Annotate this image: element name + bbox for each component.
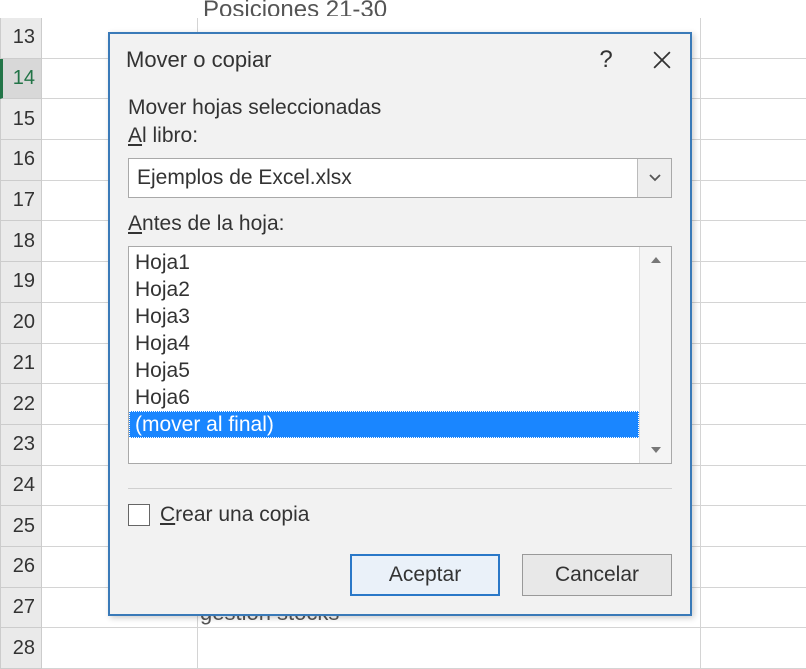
scroll-up-icon	[649, 255, 663, 265]
cancel-button-label: Cancelar	[555, 563, 639, 587]
row-header[interactable]: 21	[0, 344, 42, 385]
row-header[interactable]: 20	[0, 303, 42, 344]
cancel-button[interactable]: Cancelar	[522, 554, 672, 596]
listbox-scrollbar[interactable]	[639, 247, 671, 463]
row-header[interactable]: 26	[0, 547, 42, 588]
create-copy-checkbox[interactable]	[128, 504, 150, 526]
row-header[interactable]: 18	[0, 221, 42, 262]
dialog-title: Mover o copiar	[126, 47, 272, 73]
list-item[interactable]: Hoja1	[129, 249, 639, 276]
list-item[interactable]: Hoja6	[129, 384, 639, 411]
row-header[interactable]: 16	[0, 140, 42, 181]
cell-posiciones[interactable]: Posiciones 21-30	[197, 0, 697, 16]
row-header[interactable]: 27	[0, 588, 42, 629]
close-button[interactable]	[634, 34, 690, 86]
ok-button-label: Aceptar	[389, 563, 461, 587]
chevron-down-icon	[648, 173, 662, 183]
create-copy-row[interactable]: Crear una copia	[128, 503, 672, 527]
row-header[interactable]: 23	[0, 425, 42, 466]
row-header[interactable]: 22	[0, 384, 42, 425]
help-button[interactable]: ?	[578, 34, 634, 86]
row-header[interactable]: 15	[0, 99, 42, 140]
to-book-combobox[interactable]: Ejemplos de Excel.xlsx	[128, 158, 672, 198]
ok-button[interactable]: Aceptar	[350, 554, 500, 596]
to-book-label: Al libro:	[128, 124, 672, 148]
list-item[interactable]: Hoja3	[129, 303, 639, 330]
scroll-down-icon	[649, 445, 663, 455]
close-icon	[653, 51, 671, 69]
subtitle-label: Mover hojas seleccionadas	[128, 96, 672, 120]
create-copy-label: Crear una copia	[160, 503, 309, 527]
list-item[interactable]: Hoja2	[129, 276, 639, 303]
grid-row[interactable]	[42, 628, 806, 669]
row-header[interactable]: 13	[0, 18, 42, 59]
row-header[interactable]: 14	[0, 59, 42, 100]
dialog-buttons: Aceptar Cancelar	[350, 554, 672, 596]
list-item[interactable]: Hoja4	[129, 330, 639, 357]
row-header[interactable]: 19	[0, 262, 42, 303]
before-sheet-listbox[interactable]: Hoja1Hoja2Hoja3Hoja4Hoja5Hoja6(mover al …	[128, 246, 672, 464]
row-headers: 13141516171819202122232425262728	[0, 18, 42, 669]
row-header[interactable]: 28	[0, 628, 42, 669]
list-item[interactable]: (mover al final)	[129, 411, 639, 438]
to-book-value: Ejemplos de Excel.xlsx	[137, 166, 637, 190]
before-sheet-label: Antes de la hoja:	[128, 212, 672, 236]
help-icon: ?	[599, 46, 612, 74]
divider	[128, 488, 672, 489]
row-header[interactable]: 24	[0, 466, 42, 507]
list-item[interactable]: Hoja5	[129, 357, 639, 384]
list-items-container: Hoja1Hoja2Hoja3Hoja4Hoja5Hoja6(mover al …	[129, 247, 639, 463]
move-or-copy-dialog: Mover o copiar ? Mover hojas seleccionad…	[108, 32, 692, 616]
row-header[interactable]: 17	[0, 181, 42, 222]
combo-dropdown-button[interactable]	[637, 159, 671, 197]
dialog-titlebar: Mover o copiar ?	[110, 34, 690, 86]
row-header[interactable]: 25	[0, 506, 42, 547]
